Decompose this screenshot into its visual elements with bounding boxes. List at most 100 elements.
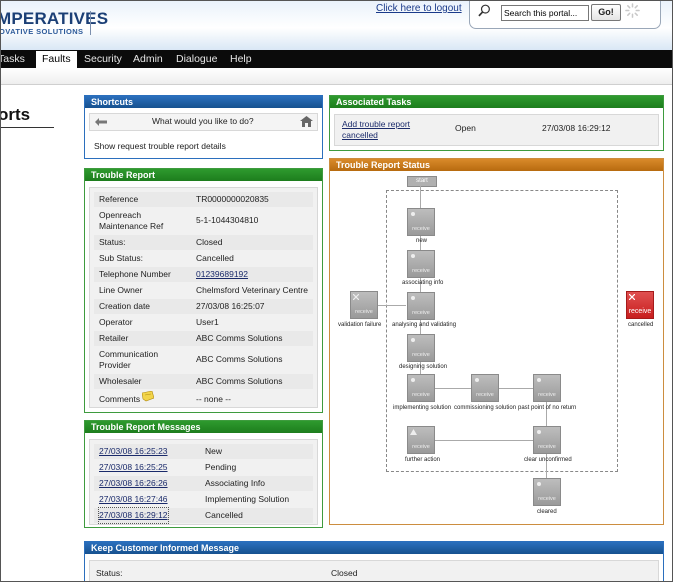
- title-underline: [1, 127, 54, 128]
- tr-row-status: Status: Closed: [94, 235, 313, 250]
- tr-value: Cancelled: [196, 253, 234, 263]
- keep-informed-row: Status: Closed: [89, 560, 659, 581]
- connector: [420, 186, 421, 208]
- state-label-past-point: past point of no return: [518, 405, 577, 411]
- keep-informed-value: Closed: [331, 568, 358, 578]
- state-label-analysing: analysing and validating: [392, 322, 457, 328]
- messages-panel: Trouble Report Messages 27/03/08 16:25:2…: [84, 420, 323, 528]
- tr-value: Chelmsford Veterinary Centre: [196, 285, 308, 295]
- tr-value: TR0000000020835: [196, 194, 269, 204]
- tr-row-comments: Comments -- none --: [94, 390, 313, 405]
- home-icon[interactable]: [300, 116, 313, 127]
- search-icon: [478, 4, 490, 17]
- message-text: Associating Info: [205, 478, 266, 488]
- state-node-new[interactable]: receive: [407, 208, 435, 236]
- task-link[interactable]: Add trouble report cancelled: [342, 119, 422, 141]
- telephone-number-link[interactable]: 01239689192: [196, 267, 248, 282]
- state-label-new: new: [416, 238, 428, 244]
- associated-tasks-panel: Associated Tasks Add trouble report canc…: [329, 95, 664, 151]
- connector: [378, 305, 406, 306]
- tr-label: Openreach Maintenance Ref: [99, 210, 164, 231]
- tr-label: Reference: [99, 194, 139, 204]
- state-node-further-action[interactable]: receive: [407, 426, 435, 454]
- start-node: start: [407, 176, 437, 187]
- nav-security[interactable]: Security: [84, 50, 122, 68]
- state-label-further-action: further action: [405, 457, 441, 463]
- message-text: Cancelled: [205, 510, 243, 520]
- message-row: 27/03/08 16:29:12 Cancelled: [94, 507, 313, 524]
- message-time-link[interactable]: 27/03/08 16:25:23: [99, 444, 168, 459]
- message-text: New: [205, 446, 223, 456]
- tr-row-sub-status: Sub Status: Cancelled: [94, 251, 313, 266]
- trouble-report-table: Reference TR0000000020835 Openreach Main…: [89, 187, 318, 408]
- tr-value: 5-1-1044304810: [196, 215, 259, 225]
- status-diagram-panel: Trouble Report Status start receive new …: [329, 158, 664, 525]
- nav-dialogue[interactable]: Dialogue: [176, 50, 217, 68]
- tr-label: Line Owner: [99, 285, 143, 295]
- trouble-report-panel: Trouble Report Reference TR0000000020835…: [84, 168, 323, 413]
- state-node-implementing[interactable]: receive: [407, 374, 435, 402]
- back-arrow-icon[interactable]: [95, 118, 107, 126]
- search-input[interactable]: [501, 5, 589, 21]
- nav-faults[interactable]: Faults: [36, 51, 77, 68]
- state-node-commissioning[interactable]: receive: [471, 374, 499, 402]
- message-time-link[interactable]: 27/03/08 16:26:26: [99, 476, 168, 491]
- close-icon: [353, 294, 359, 300]
- state-node-clear-unconfirmed[interactable]: receive: [533, 426, 561, 454]
- trouble-report-header: Trouble Report: [85, 169, 322, 181]
- message-row: 27/03/08 16:25:25 Pending: [94, 460, 313, 475]
- message-time-link[interactable]: 27/03/08 16:25:25: [99, 460, 168, 475]
- tr-row-retailer: Retailer ABC Comms Solutions: [94, 331, 313, 346]
- message-row: 27/03/08 16:27:46 Implementing Solution: [94, 492, 313, 507]
- tr-label: Comments: [99, 394, 141, 404]
- message-time-link[interactable]: 27/03/08 16:27:46: [99, 492, 168, 507]
- keep-informed-label: Status:: [96, 568, 123, 578]
- state-node-past-point[interactable]: receive: [533, 374, 561, 402]
- keep-informed-header: Keep Customer Informed Message: [85, 542, 663, 554]
- message-text: Implementing Solution: [205, 494, 290, 504]
- go-button[interactable]: Go!: [591, 4, 621, 21]
- tr-label: Wholesaler: [99, 376, 142, 386]
- close-icon: [629, 294, 635, 300]
- warning-icon: [410, 429, 417, 435]
- state-label-cleared: cleared: [537, 509, 557, 515]
- connector: [499, 388, 533, 389]
- messages-header: Trouble Report Messages: [85, 421, 322, 433]
- state-node-cancelled-current[interactable]: receive: [626, 291, 654, 319]
- tr-value: ABC Comms Solutions: [196, 354, 283, 364]
- state-label-validation-failure: validation failure: [338, 322, 382, 328]
- tr-label: Status:: [99, 237, 126, 247]
- status-diagram-header: Trouble Report Status: [330, 159, 663, 171]
- tr-row-wholesaler: Wholesaler ABC Comms Solutions: [94, 374, 313, 389]
- tr-label: Telephone Number: [99, 269, 171, 279]
- tr-value: 27/03/08 16:25:07: [196, 301, 265, 311]
- nav-tasks[interactable]: Tasks: [1, 50, 25, 68]
- connector: [435, 440, 533, 441]
- state-label-commissioning: commissioning solution: [454, 405, 517, 411]
- task-date: 27/03/08 16:29:12: [542, 123, 611, 133]
- logo: MPERATIVES: [0, 9, 109, 28]
- comment-note-icon[interactable]: [142, 391, 154, 402]
- tr-label: Sub Status:: [99, 253, 143, 263]
- state-node-analysing[interactable]: receive: [407, 292, 435, 320]
- nav-admin[interactable]: Admin: [133, 50, 163, 68]
- messages-table: 27/03/08 16:25:23 New 27/03/08 16:25:25 …: [89, 439, 318, 525]
- state-node-validation-failure[interactable]: receive: [350, 291, 378, 319]
- logout-link[interactable]: Click here to logout: [376, 3, 462, 14]
- show-report-details-link[interactable]: Show request trouble report details: [94, 141, 226, 151]
- tr-label: Operator: [99, 317, 133, 327]
- tr-row-reference: Reference TR0000000020835: [94, 192, 313, 207]
- message-time-link[interactable]: 27/03/08 16:29:12: [98, 507, 169, 524]
- sub-bar: [1, 68, 672, 85]
- state-node-cleared[interactable]: receive: [533, 478, 561, 506]
- state-node-associating[interactable]: receive: [407, 250, 435, 278]
- nav-help[interactable]: Help: [230, 50, 252, 68]
- loading-spinner-icon: [625, 3, 640, 18]
- tr-label: Communication Provider: [99, 349, 159, 370]
- portal-window: MPERATIVES OVATIVE SOLUTIONS Click here …: [0, 0, 673, 582]
- keep-informed-panel: Keep Customer Informed Message Status: C…: [84, 541, 664, 581]
- tr-row-creation-date: Creation date 27/03/08 16:25:07: [94, 299, 313, 314]
- tr-value: ABC Comms Solutions: [196, 333, 283, 343]
- tr-value: -- none --: [196, 394, 231, 404]
- state-node-designing[interactable]: receive: [407, 334, 435, 362]
